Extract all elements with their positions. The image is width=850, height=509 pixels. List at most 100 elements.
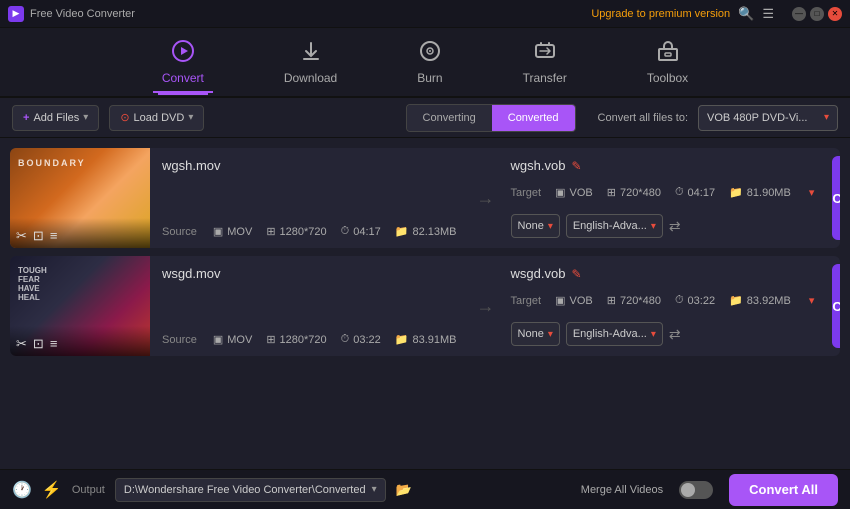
target-duration: 04:17 (688, 187, 716, 199)
subtitle-audio-row-2: None ▾ English-Adva... ▾ ⇄ (511, 322, 815, 346)
format-select-dropdown[interactable]: VOB 480P DVD-Vi... ▾ (698, 105, 838, 131)
nav-item-download[interactable]: Download (274, 31, 347, 93)
format-caret: ▾ (824, 112, 829, 123)
target-label: Target (511, 187, 542, 199)
source-info-2: Source ▣ MOV ⊞ 1280*720 ⏱ 03:22 📁 83.91M… (162, 333, 457, 346)
format-icon-2: ▣ (213, 333, 223, 346)
target-info: Target ▣ VOB ⊞ 720*480 ⏱ 04:17 📁 81.90MB (511, 186, 815, 199)
audio-select-2[interactable]: English-Adva... ▾ (566, 322, 663, 346)
crop-icon-2[interactable]: ⊡ (33, 336, 44, 352)
file-thumbnail: BOUNDARY ✂ ⊡ ≡ (10, 148, 150, 248)
minimize-button[interactable]: — (792, 7, 806, 21)
file-item: TOUGHFEARHAVEHEAL ✂ ⊡ ≡ wsgd.mov Source … (10, 256, 840, 356)
source-resolution: 1280*720 (280, 226, 327, 238)
window-controls: — □ ✕ (792, 7, 842, 21)
folder-open-icon[interactable]: 📂 (396, 482, 412, 498)
subtitle-select-2[interactable]: None ▾ (511, 322, 560, 346)
download-nav-label: Download (284, 71, 337, 85)
add-files-caret: ▾ (83, 112, 88, 123)
audio-settings-icon[interactable]: ⇄ (669, 218, 681, 235)
source-label-2: Source (162, 334, 197, 346)
toolbox-nav-icon (656, 39, 680, 67)
dvd-caret: ▾ (188, 112, 193, 123)
search-icon[interactable]: 🔍 (738, 6, 754, 22)
target-format-icon-2: ▣ (555, 294, 565, 307)
target-size: 81.90MB (747, 187, 791, 199)
crop-icon[interactable]: ⊡ (33, 228, 44, 244)
dur-icon-2: ⏱ (341, 333, 350, 346)
target-settings-icon-2[interactable]: ▾ (809, 294, 815, 307)
audio-value: English-Adva... (573, 220, 647, 232)
target-dur-item: ⏱ 04:17 (675, 186, 715, 199)
target-size-icon-2: 📁 (729, 294, 743, 307)
target-dur-item-2: ⏱ 03:22 (675, 294, 715, 307)
nav-item-burn[interactable]: Burn (407, 31, 452, 93)
target-format-item: ▣ VOB (555, 186, 593, 199)
target-res-icon: ⊞ (607, 186, 616, 199)
edit-effect-icon-2[interactable]: ≡ (50, 336, 58, 352)
subtitle-caret-2: ▾ (548, 329, 553, 340)
file-details: wgsh.mov Source ▣ MOV ⊞ 1280*720 ⏱ 04:17… (150, 148, 469, 248)
output-path-value: D:\Wondershare Free Video Converter\Conv… (124, 484, 366, 496)
size-icon: 📁 (395, 225, 409, 238)
target-dur-icon-2: ⏱ (675, 294, 684, 307)
arrow-separator: → (469, 148, 503, 248)
size-icon-2: 📁 (395, 333, 409, 346)
convert-button-1[interactable]: Convert (832, 156, 840, 240)
merge-toggle[interactable] (679, 481, 713, 499)
audio-select[interactable]: English-Adva... ▾ (566, 214, 663, 238)
source-size-2: 83.91MB (412, 334, 456, 346)
format-value: VOB 480P DVD-Vi... (707, 112, 807, 124)
edit-filename-icon-2[interactable]: ✎ (571, 267, 581, 281)
audio-caret: ▾ (651, 221, 656, 232)
target-resolution: 720*480 (620, 187, 661, 199)
source-format: MOV (227, 226, 252, 238)
source-duration: 04:17 (353, 226, 381, 238)
add-files-button[interactable]: + Add Files ▾ (12, 105, 99, 131)
cut-icon-2[interactable]: ✂ (16, 336, 27, 352)
edit-effect-icon[interactable]: ≡ (50, 228, 58, 244)
target-resolution-2: 720*480 (620, 295, 661, 307)
target-format: VOB (570, 187, 593, 199)
convert-button-2[interactable]: Convert (832, 264, 840, 348)
audio-settings-icon-2[interactable]: ⇄ (669, 326, 681, 343)
menu-icon[interactable]: ☰ (762, 6, 774, 22)
tab-converting[interactable]: Converting (407, 105, 492, 131)
edit-filename-icon[interactable]: ✎ (571, 159, 581, 173)
cut-icon[interactable]: ✂ (16, 228, 27, 244)
source-size-item: 📁 82.13MB (395, 225, 457, 238)
subtitle-value: None (518, 220, 544, 232)
load-dvd-button[interactable]: ⊙ Load DVD ▾ (109, 105, 204, 131)
source-format-2: MOV (227, 334, 252, 346)
title-bar: ▶ Free Video Converter Upgrade to premiu… (0, 0, 850, 28)
source-size: 82.13MB (412, 226, 456, 238)
nav-item-transfer[interactable]: Transfer (513, 31, 577, 93)
output-path-selector[interactable]: D:\Wondershare Free Video Converter\Conv… (115, 478, 386, 502)
convert-all-button[interactable]: Convert All (729, 474, 838, 506)
target-header-2: wsgd.vob ✎ (511, 266, 815, 281)
clock-icon[interactable]: 🕐 (12, 480, 32, 500)
download-nav-icon (299, 39, 323, 67)
dur-icon: ⏱ (341, 225, 350, 238)
subtitle-caret: ▾ (548, 221, 553, 232)
maximize-button[interactable]: □ (810, 7, 824, 21)
lightning-icon[interactable]: ⚡ (42, 480, 62, 500)
source-filename: wgsh.mov (162, 158, 457, 173)
source-dur-item: ⏱ 04:17 (341, 225, 381, 238)
tab-converted[interactable]: Converted (492, 105, 575, 131)
source-filename-2: wsgd.mov (162, 266, 457, 281)
file-target: wgsh.vob ✎ Target ▣ VOB ⊞ 720*480 ⏱ 04:1… (503, 148, 823, 248)
target-header: wgsh.vob ✎ (511, 158, 815, 173)
target-size-item-2: 📁 83.92MB (729, 294, 791, 307)
main-content: BOUNDARY ✂ ⊡ ≡ wgsh.mov Source ▣ MOV ⊞ 1… (0, 138, 850, 469)
subtitle-select[interactable]: None ▾ (511, 214, 560, 238)
nav-item-convert[interactable]: Convert (152, 31, 214, 93)
nav-item-toolbox[interactable]: Toolbox (637, 31, 698, 93)
target-res-item-2: ⊞ 720*480 (607, 294, 661, 307)
output-path-caret: ▾ (372, 484, 377, 495)
upgrade-link[interactable]: Upgrade to premium version (591, 8, 730, 20)
target-settings-icon[interactable]: ▾ (809, 186, 815, 199)
transfer-nav-icon (533, 39, 557, 67)
close-button[interactable]: ✕ (828, 7, 842, 21)
output-label: Output (72, 484, 105, 496)
